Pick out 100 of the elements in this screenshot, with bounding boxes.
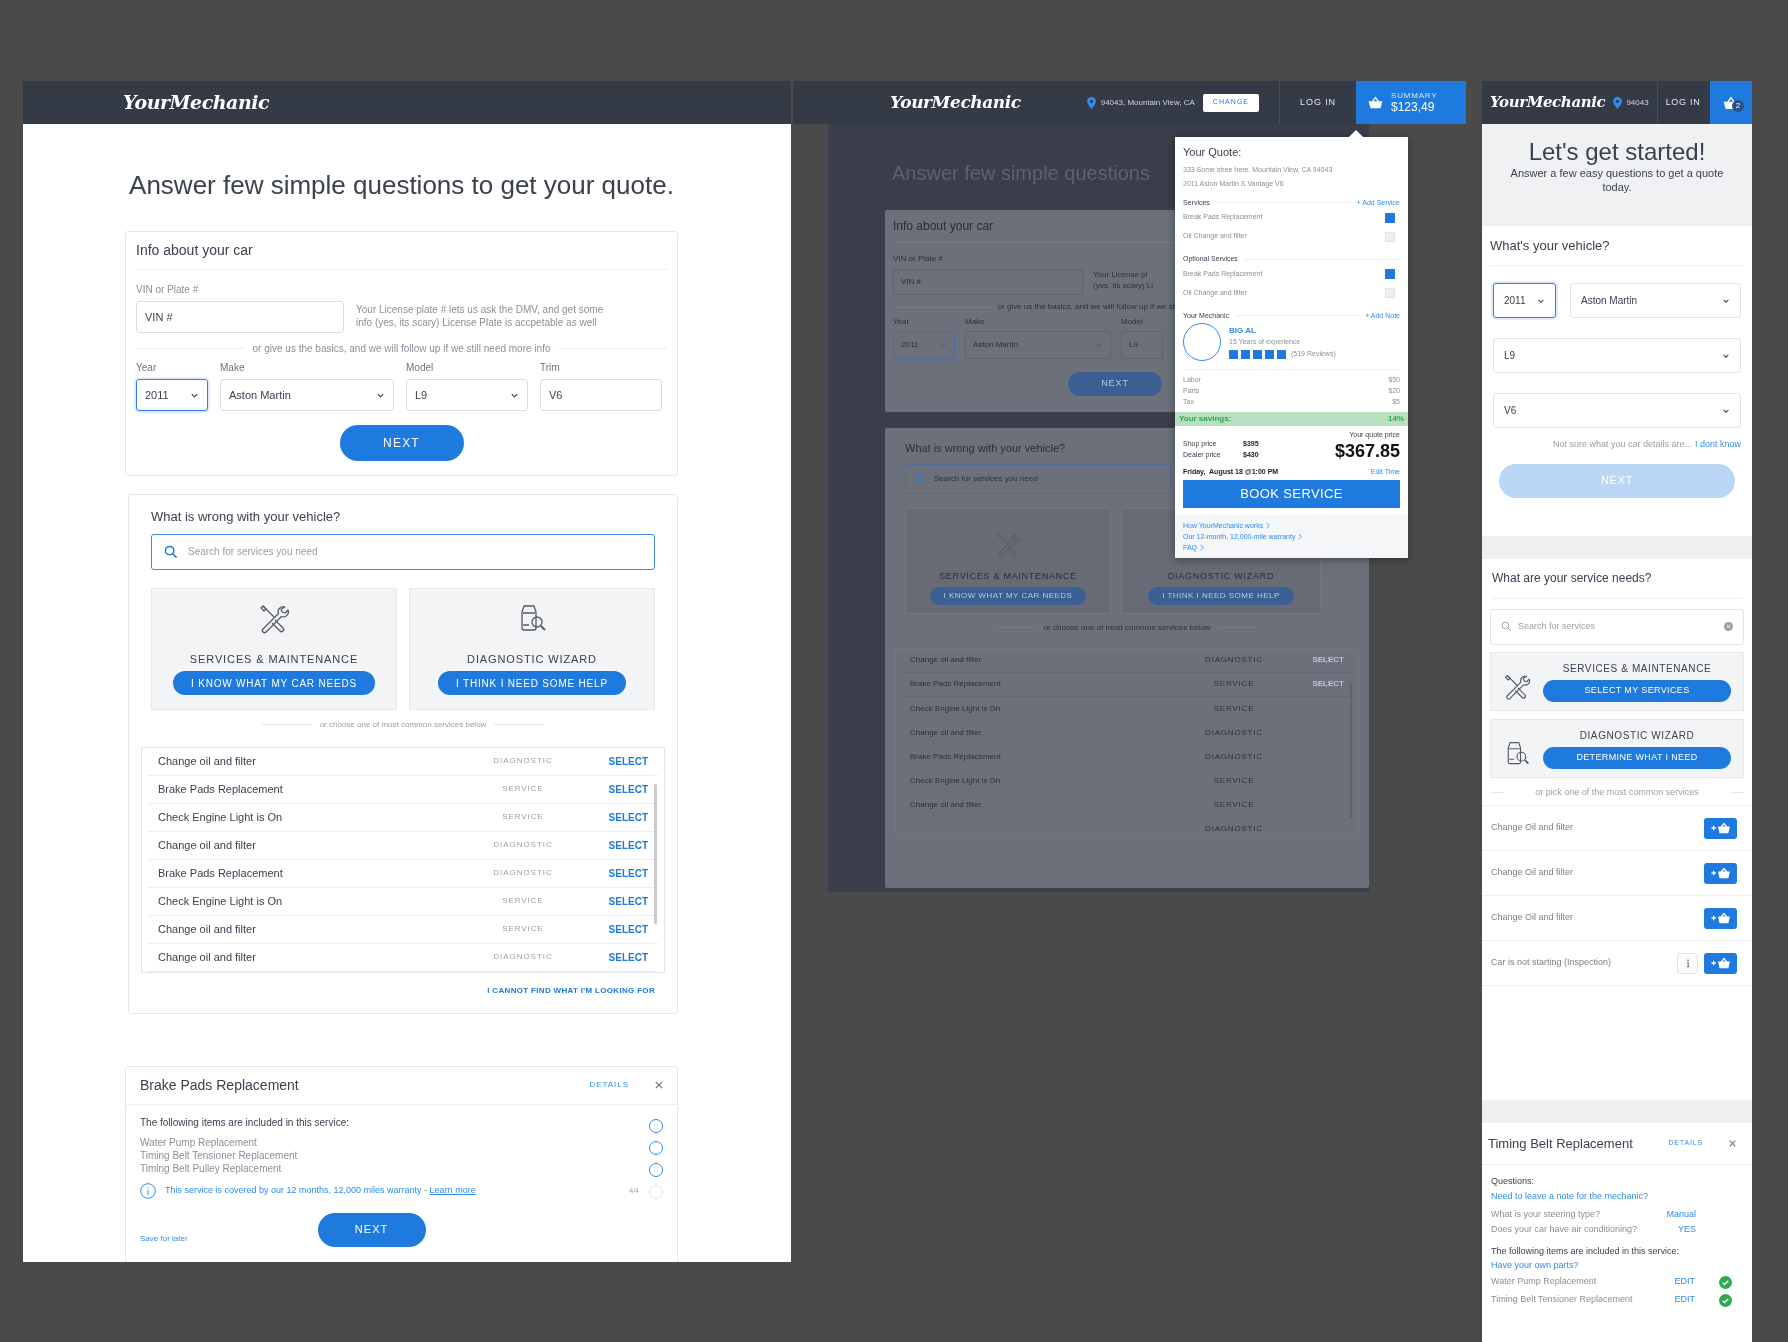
select-link[interactable]: SELECT [1284, 678, 1344, 690]
note-link[interactable]: Need to leave a note for the mechanic? [1491, 1188, 1743, 1203]
select-link[interactable]: SELECT [1284, 654, 1344, 666]
add-to-cart-button[interactable] [1704, 817, 1737, 839]
field-label: Trim [540, 361, 561, 375]
service-type: SERVICE [501, 811, 545, 823]
hero-title: Let's get started! [1528, 138, 1706, 166]
chevron-right-icon [1266, 522, 1271, 529]
vin-field[interactable]: VIN # [136, 301, 344, 333]
answer-link[interactable]: Manual [1666, 1206, 1696, 1222]
service-type: SERVICE [501, 895, 545, 907]
dropdown[interactable]: L9 [406, 379, 528, 411]
option-button[interactable]: I KNOW WHAT MY CAR NEEDS [173, 671, 375, 695]
service-type: SERVICE [501, 923, 545, 935]
save-link[interactable]: Save for later [140, 1232, 188, 1245]
login-button[interactable]: LOG IN [1280, 95, 1356, 110]
card-heading: Info about your car [893, 218, 994, 235]
quote-price: $367.85 [1334, 440, 1400, 461]
search-icon [1501, 621, 1512, 632]
service-type: DIAGNOSTIC [1204, 654, 1264, 666]
select-link[interactable]: SELECT [578, 893, 648, 909]
service-name: Change Oil and filter [1491, 866, 1574, 880]
question-heading: What is wrong with your vehicle? [905, 441, 1066, 456]
details-link[interactable]: DETAILS [589, 1079, 629, 1091]
option-button[interactable]: I THINK I NEED SOME HELP [438, 671, 626, 695]
vin-field[interactable]: VIN # [893, 269, 1083, 295]
rating-square [1241, 349, 1250, 359]
rating-square [1253, 349, 1262, 359]
dont-know-link[interactable]: I dont know [1694, 438, 1741, 452]
wrench-screwdriver-icon [1503, 673, 1531, 701]
option-button[interactable]: SELECT MY SERVICES [1543, 679, 1731, 702]
chevron-right-icon [1200, 544, 1204, 551]
checkbox[interactable] [1385, 269, 1395, 279]
page-title: Answer few simple questions to get your quote. [128, 169, 675, 202]
next-button[interactable]: NEXT [339, 425, 464, 461]
help-text: Not sure what you car details are... [1552, 438, 1692, 451]
service-type: DIAGNOSTIC [492, 951, 554, 963]
plus-basket-icon [1709, 822, 1732, 834]
select-link[interactable]: SELECT [578, 781, 648, 797]
cart-button[interactable]: 2 [1710, 81, 1752, 124]
dropdown[interactable]: Aston Martin [965, 331, 1111, 359]
next-button[interactable]: NEXT [1068, 372, 1162, 396]
book-service-button[interactable]: BOOK SERVICE [1183, 480, 1400, 508]
included-item: Timing Belt Tensioner Replacement [1491, 1293, 1634, 1307]
questions-heading: Questions: [1491, 1175, 1536, 1188]
option-title: SERVICES & MAINTENANCE [189, 651, 359, 667]
dropdown[interactable]: 2011 [893, 331, 955, 359]
dropdown[interactable]: Aston Martin [220, 379, 394, 411]
dropdown[interactable]: 2011 [1493, 283, 1556, 318]
mechanic-name[interactable]: BIG AL [1229, 324, 1336, 337]
dropdown[interactable]: V6 [1493, 393, 1741, 428]
dropdown[interactable]: 2011 [136, 379, 208, 411]
help-link[interactable]: I CANNOT FIND WHAT I'M LOOKING FOR [487, 984, 655, 997]
location-text: 94043, Mountain View, CA [1100, 96, 1195, 109]
search-field[interactable]: Search for services [1490, 608, 1744, 645]
select-link[interactable]: SELECT [578, 921, 648, 937]
checkbox[interactable] [1385, 288, 1395, 298]
section-heading: What are your service needs? [1492, 558, 1742, 599]
text-field[interactable]: V6 [540, 379, 662, 411]
parts-link[interactable]: Have your own parts? [1491, 1258, 1743, 1272]
option-button[interactable]: I THINK I NEED SOME HELP [1148, 586, 1294, 605]
next-button[interactable]: NEXT [317, 1212, 426, 1247]
select-link[interactable]: SELECT [578, 753, 648, 769]
login-button[interactable]: LOG IN [1657, 95, 1709, 110]
cart-button[interactable]: SUMMARY $123,49 [1356, 81, 1466, 124]
dropdown[interactable]: Aston Martin [1570, 283, 1741, 318]
included-item: Timing Belt Pulley Replacement [140, 1161, 283, 1175]
option-button[interactable]: I KNOW WHAT MY CAR NEEDS [929, 586, 1087, 605]
zip-text: 94043 [1626, 96, 1649, 109]
info-button[interactable] [1677, 952, 1698, 974]
edit-link[interactable]: EDIT [1655, 1275, 1695, 1289]
checkbox[interactable] [1385, 212, 1395, 223]
logo[interactable]: YourMechanic [123, 88, 270, 117]
select-link[interactable]: SELECT [578, 949, 648, 965]
select-link[interactable]: SELECT [578, 837, 648, 853]
add-to-cart-button[interactable] [1704, 952, 1737, 974]
rating-square [1265, 349, 1274, 359]
service-name: Change oil and filter [158, 921, 257, 937]
hero-subtitle: Answer a few easy questions to get a quote today. [1509, 166, 1725, 194]
service-name: Brake Pads Replacement [910, 678, 1002, 690]
logo[interactable]: YourMechanic [1490, 91, 1606, 114]
option-button[interactable]: DETERMINE WHAT I NEED [1543, 746, 1731, 769]
service-title: Brake Pads Replacement [140, 1075, 299, 1095]
checkbox[interactable] [1385, 231, 1395, 242]
select-link[interactable]: SELECT [578, 865, 648, 881]
logo[interactable]: YourMechanic [890, 89, 1021, 116]
add-to-cart-button[interactable] [1704, 907, 1737, 929]
answer-link[interactable]: YES [1666, 1221, 1696, 1237]
service-name: Check Engine Light is On [158, 893, 284, 909]
learn-more-link[interactable]: Learn more [429, 1184, 476, 1195]
dropdown[interactable]: L9 [1493, 338, 1741, 373]
question-heading: What is wrong with your vehicle? [151, 508, 342, 526]
divider-text: or choose one of most common services below [319, 718, 487, 731]
field-label: Model [1121, 316, 1143, 328]
select-link[interactable]: SELECT [578, 809, 648, 825]
field-label: VIN or Plate # [136, 283, 200, 297]
add-to-cart-button[interactable] [1704, 862, 1737, 884]
search-field[interactable]: Search for services you need [151, 533, 655, 570]
edit-link[interactable]: EDIT [1655, 1293, 1695, 1307]
service-type: DIAGNOSTIC [1204, 822, 1264, 835]
